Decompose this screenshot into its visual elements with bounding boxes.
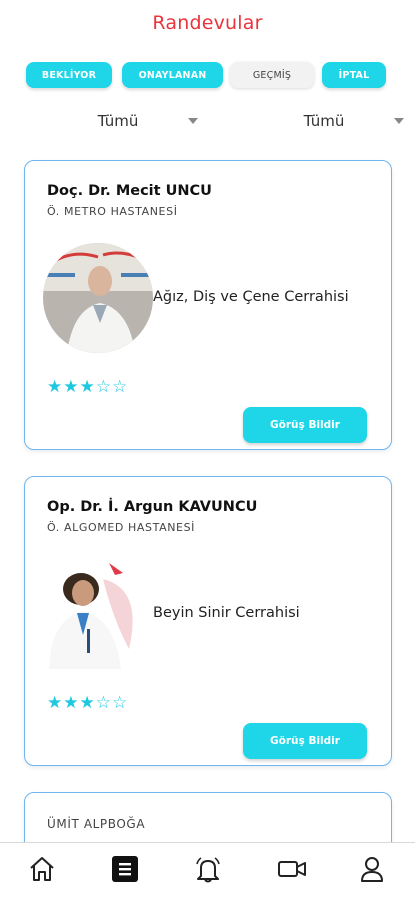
- video-icon: [276, 854, 308, 888]
- star-filled-icon: ★: [63, 693, 79, 713]
- hospital-name: Ö. METRO HASTANESİ: [47, 205, 178, 218]
- star-filled-icon: ★: [63, 377, 79, 397]
- doctor-name: Doç. Dr. Mecit UNCU: [47, 183, 212, 199]
- star-filled-icon: ★: [79, 693, 95, 713]
- tab-approved[interactable]: ONAYLANAN: [122, 62, 223, 88]
- star-empty-icon: ☆: [95, 693, 111, 713]
- give-feedback-button[interactable]: Görüş Bildir: [243, 723, 367, 759]
- hospital-name: Ö. ALGOMED HASTANESİ: [47, 521, 196, 534]
- home-icon: [27, 854, 57, 888]
- page-title: Randevular: [152, 12, 263, 34]
- doctor-avatar: [43, 243, 153, 353]
- star-filled-icon: ★: [47, 693, 63, 713]
- tab-past[interactable]: GEÇMİŞ: [230, 62, 314, 88]
- nav-home[interactable]: [22, 851, 62, 891]
- hospital-name: ÜMİT ALPBOĞA: [47, 817, 146, 831]
- specialty: Ağız, Diş ve Çene Cerrahisi: [153, 289, 349, 305]
- star-filled-icon: ★: [47, 377, 63, 397]
- nav-video[interactable]: [272, 851, 312, 891]
- filter-row: Tümü Tümü: [0, 108, 415, 134]
- filter-select-1-value: Tümü: [97, 112, 139, 130]
- rating-stars: ★ ★ ★ ☆ ☆: [47, 379, 127, 396]
- list-icon: [110, 854, 140, 888]
- appointment-card: Doç. Dr. Mecit UNCU Ö. METRO HASTANESİ A…: [24, 160, 392, 450]
- chevron-down-icon: [394, 118, 404, 124]
- specialty: Beyin Sinir Cerrahisi: [153, 605, 300, 621]
- bell-icon: [193, 854, 223, 888]
- doctor-name: Op. Dr. İ. Argun KAVUNCU: [47, 499, 258, 515]
- user-icon: [357, 854, 387, 888]
- nav-profile[interactable]: [352, 851, 392, 891]
- tab-pending[interactable]: BEKLİYOR: [26, 62, 112, 88]
- give-feedback-button[interactable]: Görüş Bildir: [243, 407, 367, 443]
- appointment-card: Op. Dr. İ. Argun KAVUNCU Ö. ALGOMED HAST…: [24, 476, 392, 766]
- tab-cancelled[interactable]: İPTAL: [322, 62, 386, 88]
- doctor-avatar: [43, 559, 155, 669]
- star-empty-icon: ☆: [95, 377, 111, 397]
- star-empty-icon: ☆: [112, 693, 128, 713]
- filter-select-2[interactable]: Tümü: [254, 108, 404, 134]
- filter-select-1[interactable]: Tümü: [48, 108, 198, 134]
- nav-notifications[interactable]: [188, 851, 228, 891]
- nav-appointments[interactable]: [105, 851, 145, 891]
- status-tabs: BEKLİYOR ONAYLANAN GEÇMİŞ İPTAL: [0, 62, 415, 90]
- star-filled-icon: ★: [79, 377, 95, 397]
- bottom-navigation: [0, 842, 415, 900]
- rating-stars: ★ ★ ★ ☆ ☆: [47, 695, 127, 712]
- star-empty-icon: ☆: [112, 377, 128, 397]
- filter-select-2-value: Tümü: [303, 112, 345, 130]
- chevron-down-icon: [188, 118, 198, 124]
